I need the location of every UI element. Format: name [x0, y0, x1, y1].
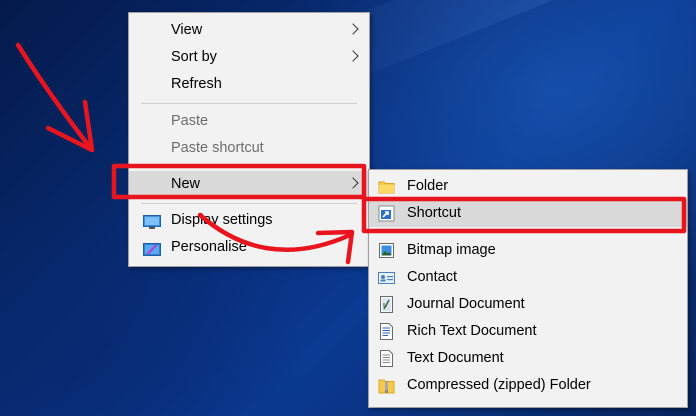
- submenu-item-rich-text-document[interactable]: Rich Text Document: [369, 318, 687, 345]
- menu-item-paste-shortcut[interactable]: Paste shortcut: [129, 135, 369, 162]
- menu-item-label: Paste: [171, 113, 209, 129]
- menu-item-sort-by[interactable]: Sort by: [129, 44, 369, 71]
- chevron-right-icon: [347, 177, 359, 189]
- submenu-item-folder[interactable]: Folder: [369, 173, 687, 200]
- menu-item-label: Rich Text Document: [407, 323, 537, 339]
- menu-item-label: Sort by: [171, 49, 217, 65]
- personalise-icon: [143, 240, 161, 256]
- menu-item-label: View: [171, 22, 203, 38]
- menu-item-label: New: [171, 176, 201, 192]
- menu-item-label: Contact: [407, 269, 457, 285]
- menu-item-label: Refresh: [171, 76, 222, 92]
- menu-separator: [141, 203, 357, 204]
- folder-icon: [378, 178, 395, 195]
- menu-item-label: Paste shortcut: [171, 140, 264, 156]
- zip-folder-icon: [378, 377, 395, 394]
- menu-item-label: Journal Document: [407, 296, 525, 312]
- menu-item-new[interactable]: New: [129, 171, 369, 198]
- menu-item-label: Text Document: [407, 350, 504, 366]
- menu-item-label: Shortcut: [407, 205, 461, 221]
- submenu-item-text-document[interactable]: Text Document: [369, 345, 687, 372]
- bitmap-icon: [378, 242, 395, 259]
- contact-icon: [378, 269, 395, 286]
- submenu-item-journal-document[interactable]: Journal Document: [369, 291, 687, 318]
- menu-separator: [141, 103, 357, 104]
- menu-separator: [375, 232, 681, 233]
- submenu-item-compressed-folder[interactable]: Compressed (zipped) Folder: [369, 372, 687, 399]
- menu-item-personalise[interactable]: Personalise: [129, 234, 369, 261]
- menu-item-refresh[interactable]: Refresh: [129, 71, 369, 98]
- menu-item-paste[interactable]: Paste: [129, 108, 369, 135]
- chevron-right-icon: [347, 50, 359, 62]
- menu-item-label: Bitmap image: [407, 242, 496, 258]
- shortcut-icon: [378, 205, 395, 222]
- chevron-right-icon: [347, 23, 359, 35]
- menu-item-label: Display settings: [171, 212, 273, 228]
- journal-icon: [378, 296, 395, 313]
- menu-item-label: Personalise: [171, 239, 247, 255]
- submenu-item-bitmap-image[interactable]: Bitmap image: [369, 237, 687, 264]
- display-icon: [143, 213, 161, 229]
- menu-item-label: Folder: [407, 178, 449, 194]
- menu-item-view[interactable]: View: [129, 17, 369, 44]
- desktop-context-menu: View Sort by Refresh Paste Paste shortcu…: [128, 12, 370, 267]
- new-submenu: Folder Shortcut Bitmap image Contact Jou…: [368, 169, 688, 408]
- menu-item-display-settings[interactable]: Display settings: [129, 207, 369, 234]
- submenu-item-shortcut[interactable]: Shortcut: [369, 200, 687, 227]
- rich-text-icon: [378, 323, 395, 340]
- menu-item-label: Compressed (zipped) Folder: [407, 377, 591, 393]
- menu-separator: [141, 167, 357, 168]
- text-document-icon: [378, 350, 395, 367]
- submenu-item-contact[interactable]: Contact: [369, 264, 687, 291]
